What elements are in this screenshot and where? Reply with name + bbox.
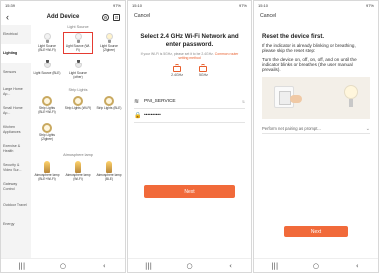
scan-icon[interactable]: ⊡ — [113, 13, 120, 21]
home-button[interactable]: ○ — [306, 262, 326, 270]
wifi-name-field[interactable]: ≋ PNI_SERVICE ⇅ — [134, 95, 245, 110]
spotlight-icon — [74, 60, 83, 71]
wifi-icon: ≋ — [134, 99, 140, 106]
device-light-source-wifi[interactable]: Light Source (Wi-Fi) — [63, 32, 93, 54]
lock-icon: 🔒 — [134, 113, 142, 120]
category-lighting[interactable]: Lighting — [1, 44, 31, 63]
next-button[interactable]: Next — [144, 185, 235, 198]
strip-light-icon — [104, 96, 114, 106]
status-bar: 15:10 97% — [254, 1, 378, 9]
device-strip-ble[interactable]: Strip Lights (BLE) — [95, 96, 123, 111]
device-grid: Light Source Light Source (BLE+Wi-Fi) Li… — [31, 25, 125, 258]
cancel-button[interactable]: Cancel — [134, 13, 150, 19]
category-gateway-control[interactable]: Gateway Control — [1, 177, 31, 196]
device-light-source-ble[interactable]: Light Source (BLE) — [33, 60, 61, 76]
settings-icon[interactable]: ⚙ — [102, 13, 109, 21]
recent-apps-button[interactable]: ||| — [265, 262, 285, 270]
category-exercise-health[interactable]: Exercise & Health — [1, 139, 31, 158]
status-time: 15:10 — [258, 2, 269, 8]
category-small-home-appliances[interactable]: Small Home Ap... — [1, 101, 31, 120]
page-title: Select 2.4 GHz Wi-Fi Network and enter p… — [140, 33, 239, 48]
pairing-prompt-label: Perform net pairing as prompt... — [262, 126, 321, 132]
system-nav-bar: ||| ○ ‹ — [1, 258, 125, 272]
band-ok-label: 2.4GHz — [171, 73, 183, 78]
strip-light-icon — [73, 96, 83, 106]
status-bar: 15:10 97% — [128, 1, 251, 9]
back-button[interactable]: ‹ — [221, 262, 241, 270]
wifi-setup-screen: 15:10 97% Cancel Select 2.4 GHz Wi-Fi Ne… — [127, 0, 252, 273]
cancel-button[interactable]: Cancel — [260, 13, 276, 19]
header: ‹ Add Device ⚙ ⊡ — [1, 9, 125, 25]
router-band-illustration: 2.4GHz 5GHz — [128, 64, 251, 78]
atmosphere-lamp-icon — [106, 161, 112, 173]
category-sidebar: Electrical Lighting Sensors Large Home A… — [1, 25, 31, 258]
bulb-icon — [105, 33, 114, 44]
device-light-source-other[interactable]: Light Source (other) — [64, 60, 92, 80]
reset-instruction-skip: If the indicator is already blinking or … — [262, 43, 356, 54]
device-atmosphere-wifi[interactable]: Atmosphere lamp (Wi-Fi) — [64, 161, 92, 182]
status-bar: 15:39 97% — [1, 1, 125, 9]
back-button[interactable]: ‹ — [94, 262, 114, 270]
category-energy[interactable]: Energy — [1, 215, 31, 234]
device-atmosphere-ble[interactable]: Atmosphere lamp (BLE) — [95, 161, 123, 182]
router-icon — [173, 64, 182, 73]
category-large-home-appliances[interactable]: Large Home Ap... — [1, 82, 31, 101]
pairing-prompt-dropdown[interactable]: Perform net pairing as prompt... ⌄ — [262, 124, 370, 135]
chevron-down-icon: ⌄ — [365, 125, 370, 132]
device-light-source-zigbee[interactable]: Light Source (Zigbee) — [95, 33, 123, 53]
device-light-source-ble-wifi[interactable]: Light Source (BLE+Wi-Fi) — [33, 33, 61, 53]
category-kitchen-appliances[interactable]: Kitchen Appliances — [1, 120, 31, 139]
status-battery: 97% — [238, 2, 247, 8]
wifi-name-value: PNI_SERVICE — [144, 99, 176, 105]
section-title-atmosphere-lamp: Atmosphere lamp — [63, 153, 93, 157]
page-title: Reset the device first. — [262, 34, 325, 40]
device-strip-wifi[interactable]: Strip Lights (Wi-Fi) — [64, 96, 92, 111]
home-button[interactable]: ○ — [180, 262, 200, 270]
device-atmosphere-ble-wifi[interactable]: Atmosphere lamp (BLE+Wi-Fi) — [33, 161, 61, 182]
category-security-video[interactable]: Security & Video Sur... — [1, 158, 31, 177]
system-nav-bar: ||| ○ ‹ — [254, 258, 378, 272]
category-sensors[interactable]: Sensors — [1, 63, 31, 82]
lamp-image — [344, 85, 358, 100]
band-bad-label: 5GHz — [198, 73, 208, 78]
category-outdoor-travel[interactable]: Outdoor Travel — [1, 196, 31, 215]
status-time: 15:39 — [5, 2, 16, 8]
router-icon — [199, 64, 208, 73]
device-strip-ble-wifi[interactable]: Strip Lights (BLE+Wi-Fi) — [33, 96, 61, 115]
status-battery: 97% — [365, 2, 374, 8]
home-button[interactable]: ○ — [53, 262, 73, 270]
recent-apps-button[interactable]: ||| — [139, 262, 159, 270]
password-value: •••••••••• — [144, 113, 161, 119]
reset-instruction-steps: Turn the device on, off, on, off, and on… — [262, 56, 357, 73]
status-battery: 97% — [112, 2, 121, 8]
wifi-hint-text: If your Wi-Fi is 5GHz, please set it to … — [140, 52, 214, 56]
atmosphere-lamp-icon — [75, 161, 81, 173]
strip-light-icon — [42, 123, 52, 133]
status-time: 15:10 — [132, 2, 143, 8]
strip-light-icon — [42, 96, 52, 106]
wifi-hint: If your Wi-Fi is 5GHz, please set it to … — [128, 52, 251, 60]
section-title-light-source: Light Source — [67, 25, 89, 29]
password-field[interactable]: 🔒 •••••••••• — [134, 109, 245, 124]
device-strip-zigbee[interactable]: Strip Lights (Zigbee) — [33, 123, 61, 142]
reset-device-screen: 15:10 97% Cancel Reset the device first.… — [253, 0, 379, 273]
section-title-strip-lights: Strip Lights — [68, 88, 88, 92]
switch-network-icon[interactable]: ⇅ — [242, 100, 245, 104]
bulb-icon — [43, 33, 52, 44]
hand-image — [290, 95, 302, 104]
spotlight-icon — [43, 60, 52, 71]
recent-apps-button[interactable]: ||| — [12, 262, 32, 270]
reset-illustration — [262, 77, 370, 120]
category-electrical[interactable]: Electrical — [1, 25, 31, 44]
add-device-screen: 15:39 97% ‹ Add Device ⚙ ⊡ Electrical Li… — [0, 0, 126, 273]
system-nav-bar: ||| ○ ‹ — [128, 258, 251, 272]
next-button[interactable]: Next — [284, 226, 348, 237]
atmosphere-lamp-icon — [44, 161, 50, 173]
back-button[interactable]: ‹ — [347, 262, 367, 270]
bulb-icon — [74, 33, 83, 44]
